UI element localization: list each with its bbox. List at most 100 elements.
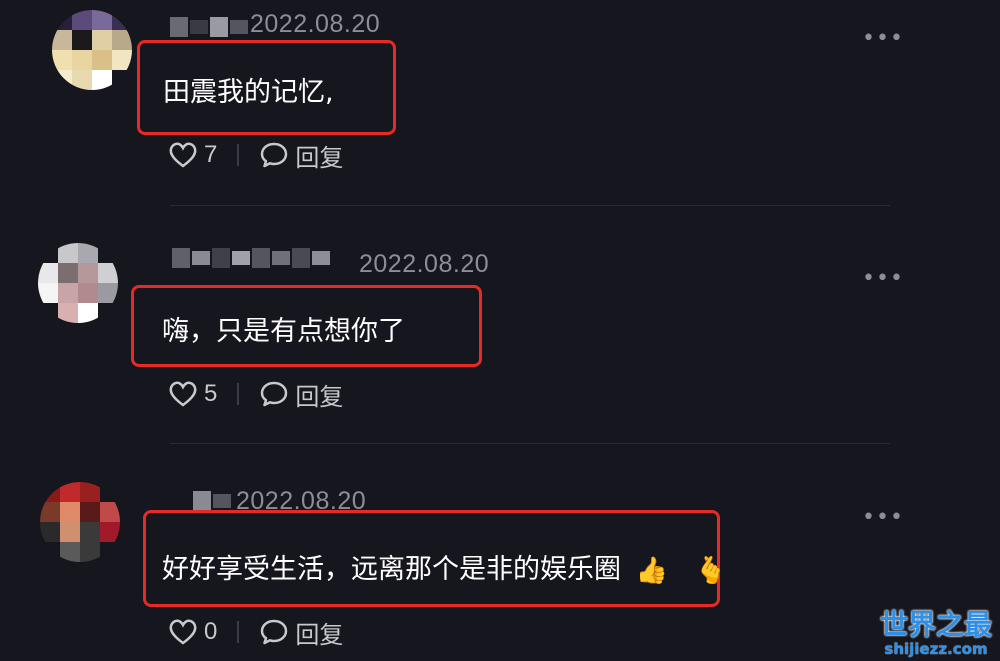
comment-text: 好好享受生活，远离那个是非的娱乐圈 👍 🫰 [162,547,727,586]
avatar-pixel [98,283,118,303]
comment-date: 2022.08.20 [359,250,490,278]
username-pixel [192,251,210,265]
avatar-pixel [40,482,60,502]
speech-bubble-icon [261,381,288,407]
username-pixel [230,20,248,34]
username-pixel [190,20,208,34]
comment-text: 嗨，只是有点想你了 [162,316,405,347]
avatar-pixel [38,243,58,263]
avatar-pixel [100,522,120,542]
username-pixel [213,494,231,508]
avatar-pixel [98,303,118,323]
avatar-pixel [52,10,72,30]
avatar-pixel [58,263,78,283]
avatar-pixel [112,50,132,70]
avatar-pixel [72,50,92,70]
avatar-pixel [80,522,100,542]
username-pixel [210,17,228,37]
avatar-pixel [58,303,78,323]
username-pixel [252,248,270,268]
user-avatar[interactable] [38,243,118,323]
avatar-pixel [40,502,60,522]
comment-divider [170,443,890,444]
avatar-pixel [38,303,58,323]
username-pixel [312,251,330,265]
avatar-pixel [52,30,72,50]
reply-label: 回复 [295,383,344,411]
heart-icon [169,142,197,168]
watermark-url: shijiezz.com [884,640,988,658]
avatar-pixel [78,283,98,303]
speech-bubble-icon [261,619,288,645]
user-avatar[interactable] [40,482,120,562]
username-pixelated[interactable] [172,248,330,268]
avatar-pixel [52,50,72,70]
avatar-pixel [60,522,80,542]
avatar-pixel [78,243,98,263]
avatar-pixel [80,482,100,502]
avatar-pixel [60,482,80,502]
comment-text: 田震我的记忆, [163,77,334,108]
username-pixel [232,251,250,265]
avatar-pixel [92,70,112,90]
watermark-title: 世界之最 [879,608,992,641]
avatar-pixel [58,243,78,263]
user-avatar[interactable] [52,10,132,90]
avatar-pixel [80,502,100,522]
action-separator [237,621,240,643]
avatar-pixel [112,70,132,90]
avatar-pixel [92,30,112,50]
more-options-icon[interactable]: ••• [862,28,904,50]
avatar-pixel [38,263,58,283]
comment-actions: 0 回复 [168,615,343,650]
avatar-pixel [38,283,58,303]
like-count: 5 [204,380,218,407]
avatar-pixel [98,243,118,263]
like-count: 0 [204,618,218,645]
reply-button[interactable]: 回复 [259,377,343,412]
comment-divider [170,205,890,206]
avatar-pixel [100,482,120,502]
username-pixel [172,248,190,268]
avatar-pixel [92,10,112,30]
avatar-pixel [72,30,92,50]
finger-heart-emoji: 🫰 [694,555,727,586]
avatar-pixel [80,542,100,562]
comment-text-body: 好好享受生活，远离那个是非的娱乐圈 [162,554,621,585]
like-count: 7 [204,141,218,168]
comment-date: 2022.08.20 [250,10,381,38]
avatar-pixel [112,30,132,50]
username-pixel [292,248,310,268]
avatar-pixel [60,542,80,562]
username-pixelated[interactable] [170,17,248,37]
comment-actions: 5 回复 [168,377,343,412]
avatar-pixel [52,70,72,90]
username-pixel [193,491,211,511]
avatar-pixel [98,263,118,283]
reply-button[interactable]: 回复 [259,615,343,650]
action-separator [237,144,240,166]
comment-actions: 7 回复 [168,138,343,173]
avatar-pixel [40,542,60,562]
username-pixel [170,17,188,37]
action-separator [237,383,240,405]
avatar-pixel [72,10,92,30]
reply-label: 回复 [295,621,344,649]
avatar-pixel [100,542,120,562]
avatar-pixel [100,502,120,522]
more-options-icon[interactable]: ••• [862,268,904,290]
heart-icon [169,619,197,645]
username-pixelated[interactable] [193,491,231,511]
reply-button[interactable]: 回复 [259,138,343,173]
avatar-pixel [78,303,98,323]
like-button[interactable]: 0 [168,618,217,646]
avatar-pixel [72,70,92,90]
avatar-pixel [78,263,98,283]
speech-bubble-icon [261,142,288,168]
heart-icon [169,381,197,407]
reply-label: 回复 [295,144,344,172]
like-button[interactable]: 7 [168,141,217,169]
more-options-icon[interactable]: ••• [862,507,904,529]
site-watermark: 世界之最 shijiezz.com [879,608,992,658]
like-button[interactable]: 5 [168,380,217,408]
